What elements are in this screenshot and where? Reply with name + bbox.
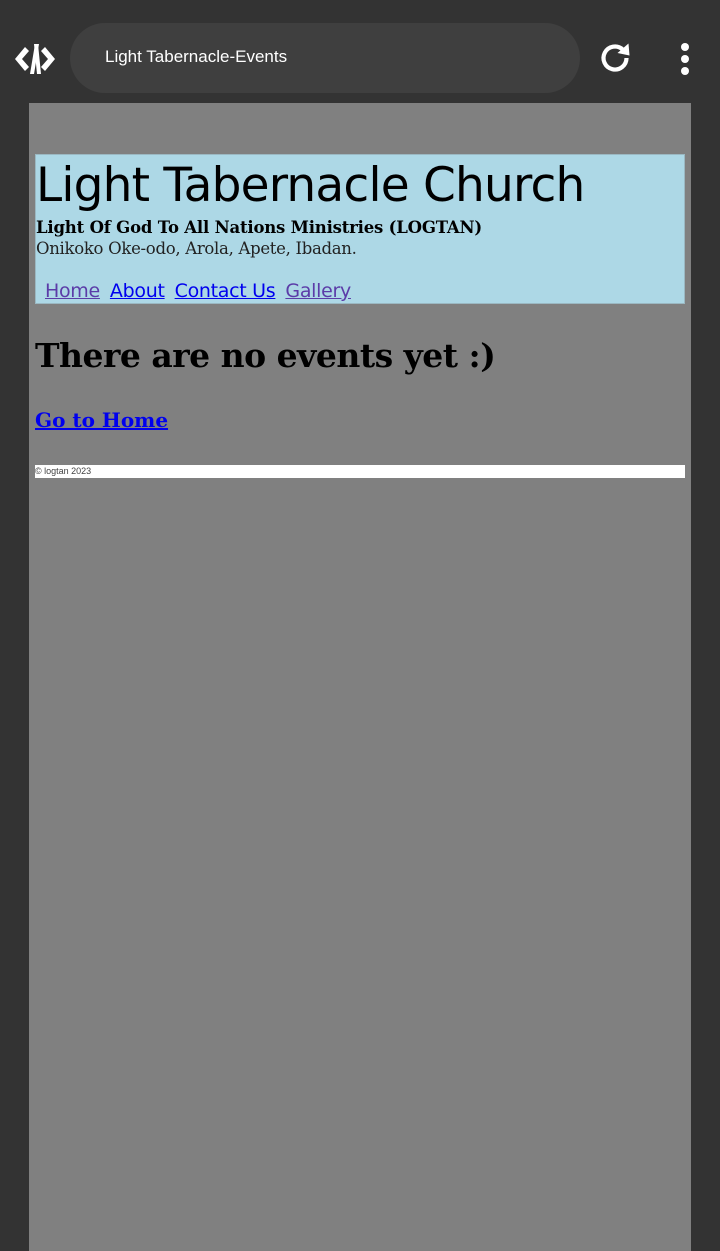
nav-contact-link[interactable]: Contact Us [175, 280, 276, 302]
footer-copyright: © logtan 2023 [35, 466, 92, 476]
site-address: Onikoko Oke-odo, Arola, Apete, Ibadan. [36, 239, 357, 258]
page-title-text: Light Tabernacle-Events [105, 46, 288, 66]
site-header: Light Tabernacle Church Light Of God To … [35, 154, 685, 304]
reload-icon[interactable] [595, 38, 635, 78]
no-events-heading: There are no events yet :) [35, 336, 496, 375]
nav-home-link[interactable]: Home [45, 280, 100, 302]
go-home-link[interactable]: Go to Home [35, 407, 168, 433]
more-vert-icon[interactable] [668, 38, 702, 80]
code-brackets-logo-icon[interactable] [12, 40, 58, 78]
browser-toolbar: Light Tabernacle-Events [0, 0, 720, 103]
address-bar[interactable]: Light Tabernacle-Events [70, 23, 580, 93]
nav-gallery-link[interactable]: Gallery [285, 280, 351, 302]
web-content[interactable]: Light Tabernacle Church Light Of God To … [29, 103, 691, 1251]
nav-about-link[interactable]: About [110, 280, 165, 302]
site-footer: © logtan 2023 [35, 465, 685, 478]
site-title: Light Tabernacle Church [36, 158, 585, 213]
site-nav: Home About Contact Us Gallery [45, 278, 361, 304]
site-subtitle: Light Of God To All Nations Ministries (… [36, 218, 483, 237]
